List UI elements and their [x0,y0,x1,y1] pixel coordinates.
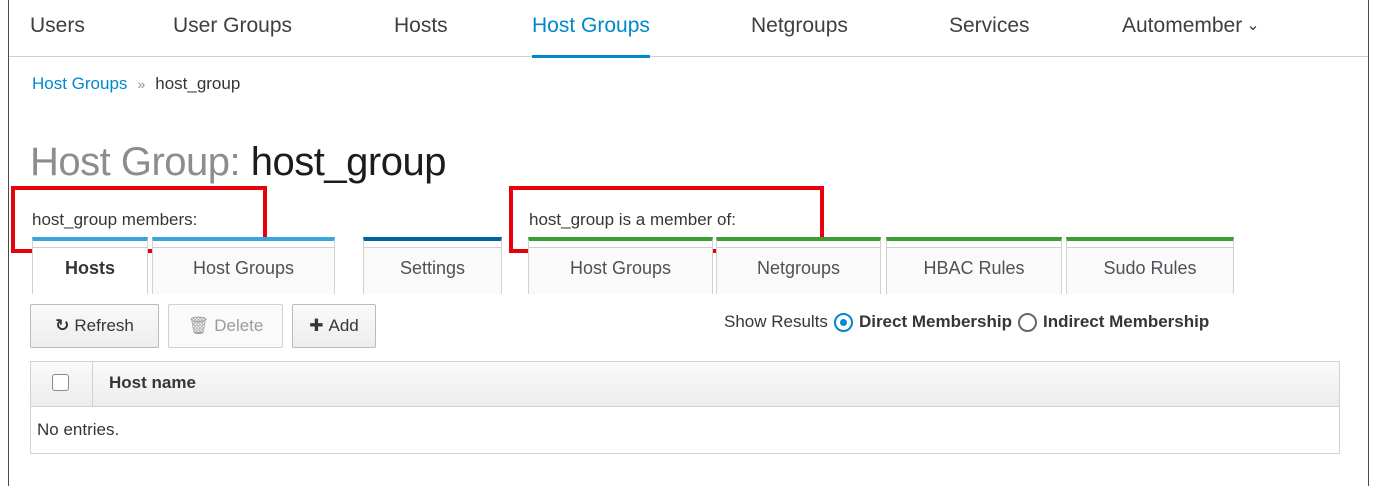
nav-host-groups[interactable]: Host Groups [532,14,650,58]
refresh-button-label: Refresh [74,316,134,335]
column-header-host-name[interactable]: Host name [109,373,196,393]
refresh-icon: ↻ [55,316,70,335]
delete-button[interactable]: 🗑 Delete [168,304,283,348]
page-title: Host Group: host_group [30,140,446,185]
table-header: Host name [31,362,1339,407]
empty-table-message: No entries. [37,420,120,439]
indirect-membership-label[interactable]: Indirect Membership [1043,312,1209,332]
trash-icon: 🗑 [187,316,210,335]
tab-member-of-hbac-rules[interactable]: HBAC Rules [886,237,1062,294]
chevron-down-icon: ⌄ [1246,17,1260,34]
tab-member-of-host-groups[interactable]: Host Groups [528,237,713,294]
indirect-membership-radio[interactable] [1017,312,1037,332]
window-left-border [8,0,9,486]
tab-member-of-netgroups[interactable]: Netgroups [716,237,881,294]
hosts-table: Host name No entries. [30,361,1340,454]
tab-member-of-sudo-rules[interactable]: Sudo Rules [1066,237,1234,294]
nav-automember[interactable]: Automember ⌄ [1122,14,1260,57]
page-title-prefix: Host Group: [30,140,241,184]
select-all-cell [31,362,93,406]
direct-membership-radio[interactable] [833,312,853,332]
nav-users[interactable]: Users [30,14,85,57]
plus-icon: ✚ [309,316,324,335]
tab-label: Host Groups [569,258,672,278]
breadcrumb-current: host_group [155,74,241,93]
select-all-checkbox[interactable] [52,374,69,391]
tab-label: Host Groups [192,258,295,278]
nav-services[interactable]: Services [949,14,1030,57]
add-button-label: Add [328,316,359,335]
nav-hosts[interactable]: Hosts [394,14,448,57]
page-title-name: host_group [250,140,447,184]
show-results-label: Show Results [724,312,828,331]
add-button[interactable]: ✚ Add [292,304,376,348]
breadcrumb-host-groups-link[interactable]: Host Groups [32,74,127,93]
top-navigation: Users User Groups Hosts Host Groups Netg… [9,0,1368,58]
breadcrumb: Host Groups » host_group [32,74,240,94]
table-row: No entries. [31,407,1339,453]
tab-label: HBAC Rules [923,258,1025,278]
nav-automember-label: Automember [1122,14,1243,37]
tab-settings[interactable]: Settings [363,237,502,294]
tab-label: Hosts [64,258,115,278]
breadcrumb-separator: » [137,76,146,92]
refresh-button[interactable]: ↻ Refresh [30,304,159,348]
nav-user-groups[interactable]: User Groups [173,14,292,57]
tab-label: Netgroups [756,258,841,278]
tab-members-host-groups[interactable]: Host Groups [152,237,335,294]
tab-label: Sudo Rules [1103,258,1197,278]
delete-button-label: Delete [214,316,264,335]
tab-members-hosts[interactable]: Hosts [32,237,148,294]
nav-netgroups[interactable]: Netgroups [751,14,848,57]
direct-membership-label[interactable]: Direct Membership [859,312,1012,332]
show-results: Show Results Direct Membership Indirect … [724,312,1215,332]
window-right-border [1368,0,1369,486]
tab-label: Settings [399,258,466,278]
